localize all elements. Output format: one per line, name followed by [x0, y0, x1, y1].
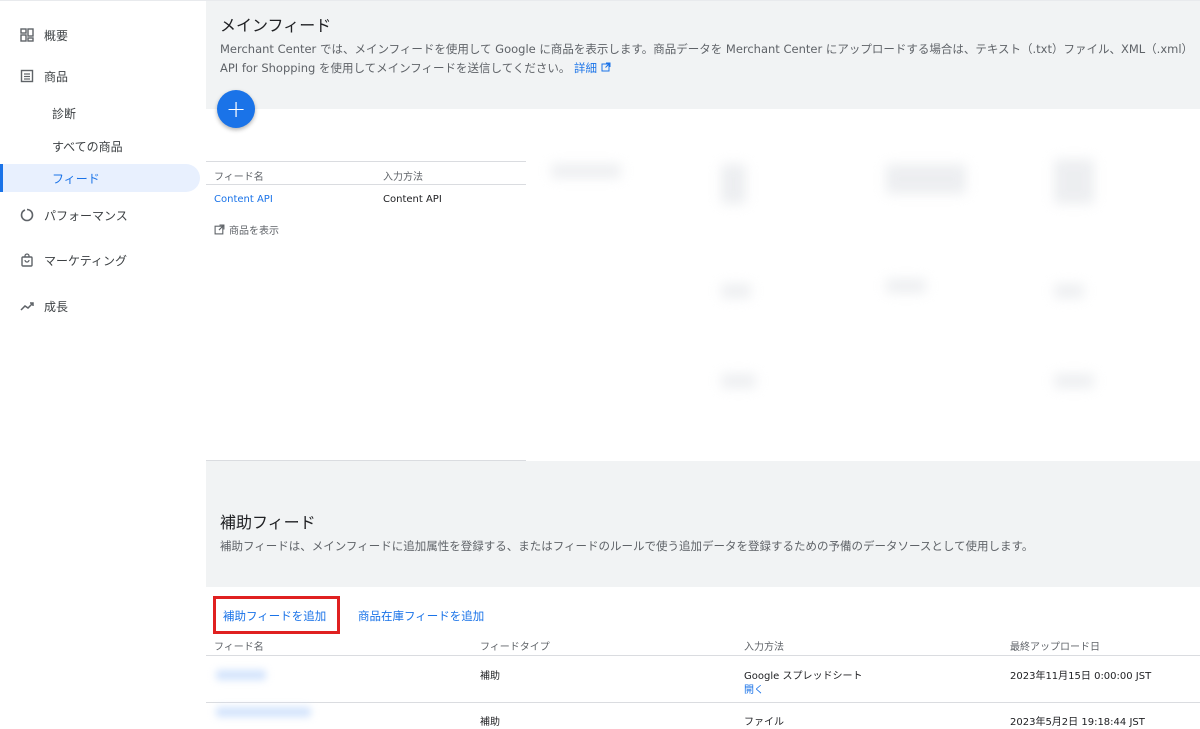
blurred-content: [721, 164, 746, 204]
sidebar-item-all-products[interactable]: すべての商品: [0, 132, 200, 160]
active-indicator: [0, 164, 3, 192]
column-header-last-upload: 最終アップロード日: [1010, 642, 1100, 653]
column-header-feed-name: フィード名: [214, 642, 264, 653]
blurred-feed-name[interactable]: [216, 707, 311, 717]
sidebar-item-label: 成長: [44, 299, 69, 314]
divider: [206, 655, 1200, 656]
dashboard-icon: [19, 27, 35, 43]
list-icon: [19, 68, 35, 84]
sidebar-item-label: 診断: [52, 106, 77, 121]
blurred-content: [1054, 374, 1094, 388]
sidebar-item-marketing[interactable]: マーケティング: [0, 246, 200, 274]
column-header-feed-name: フィード名: [214, 172, 264, 183]
divider: [206, 702, 1200, 703]
sidebar-item-feeds[interactable]: フィード: [0, 164, 200, 192]
feed-type: 補助: [480, 717, 500, 728]
view-products-label: 商品を表示: [229, 226, 279, 237]
shopping-bag-icon: [19, 252, 35, 268]
open-external-icon: [214, 220, 225, 239]
blurred-content: [1054, 159, 1094, 204]
sidebar-item-diagnostics[interactable]: 診断: [0, 99, 200, 127]
sidebar-item-label: マーケティング: [44, 253, 128, 268]
last-upload-date: 2023年11月15日 0:00:00 JST: [1010, 671, 1152, 682]
blurred-content: [886, 164, 966, 194]
main-feed-description-line1: Merchant Center では、メインフィードを使用して Google に…: [220, 42, 1194, 56]
add-inventory-feed-button[interactable]: 商品在庫フィードを追加: [358, 608, 484, 624]
divider: [206, 184, 526, 185]
feed-name-link[interactable]: Content API: [214, 194, 273, 205]
feed-input-method: ファイル: [744, 717, 784, 728]
supplemental-feed-description: 補助フィードは、メインフィードに追加属性を登録する、またはフィードのルールで使う…: [220, 539, 1034, 553]
supplemental-feed-panel: 補助フィードを追加 商品在庫フィードを追加 フィード名 フィードタイプ 入力方法…: [206, 587, 1200, 729]
external-link-icon: [601, 59, 611, 78]
blurred-content: [721, 284, 751, 298]
feed-input-method: Content API: [383, 194, 442, 205]
sidebar: 概要 商品 診断 すべての商品 フィード パフォーマンス マーケティング 成長: [0, 0, 206, 729]
performance-icon: [19, 207, 35, 223]
open-spreadsheet-link[interactable]: 開く: [744, 681, 764, 696]
sidebar-item-label: すべての商品: [52, 139, 123, 154]
blurred-content: [1054, 284, 1084, 298]
plus-icon: +: [225, 95, 247, 123]
sidebar-item-performance[interactable]: パフォーマンス: [0, 201, 200, 229]
column-header-input-method: 入力方法: [383, 172, 423, 183]
description-text: API for Shopping を使用してメインフィードを送信してください。: [220, 61, 571, 75]
supplemental-feed-title: 補助フィード: [220, 513, 316, 532]
sidebar-item-label: パフォーマンス: [44, 208, 128, 223]
column-header-feed-type: フィードタイプ: [480, 642, 550, 653]
sidebar-item-label: 商品: [44, 69, 69, 84]
column-header-input-method: 入力方法: [744, 642, 784, 653]
sidebar-item-growth[interactable]: 成長: [0, 292, 200, 320]
details-link-label: 詳細: [574, 61, 598, 75]
blurred-content: [721, 374, 756, 388]
main-content: メインフィード Merchant Center では、メインフィードを使用して …: [206, 0, 1200, 729]
main-feed-description-line2: API for Shopping を使用してメインフィードを送信してください。 …: [220, 59, 611, 78]
main-feed-title: メインフィード: [220, 16, 332, 35]
blurred-content: [551, 164, 621, 178]
blurred-feed-name[interactable]: [216, 670, 266, 680]
feed-input-method: Google スプレッドシート: [744, 671, 863, 682]
feed-type: 補助: [480, 671, 500, 682]
trending-up-icon: [19, 298, 35, 314]
highlight-box: [213, 596, 340, 634]
sidebar-item-overview[interactable]: 概要: [0, 21, 200, 49]
divider: [206, 161, 526, 162]
sidebar-item-label: 概要: [44, 28, 69, 43]
details-link[interactable]: 詳細: [574, 61, 611, 75]
main-feed-table: フィード名 入力方法 Content API Content API 商品を表示: [206, 109, 526, 461]
add-feed-button[interactable]: +: [217, 90, 255, 128]
view-products-link[interactable]: 商品を表示: [214, 220, 279, 239]
last-upload-date: 2023年5月2日 19:18:44 JST: [1010, 717, 1145, 728]
blurred-content: [886, 279, 926, 293]
sidebar-item-products[interactable]: 商品: [0, 62, 200, 90]
sidebar-item-label: フィード: [52, 171, 100, 186]
